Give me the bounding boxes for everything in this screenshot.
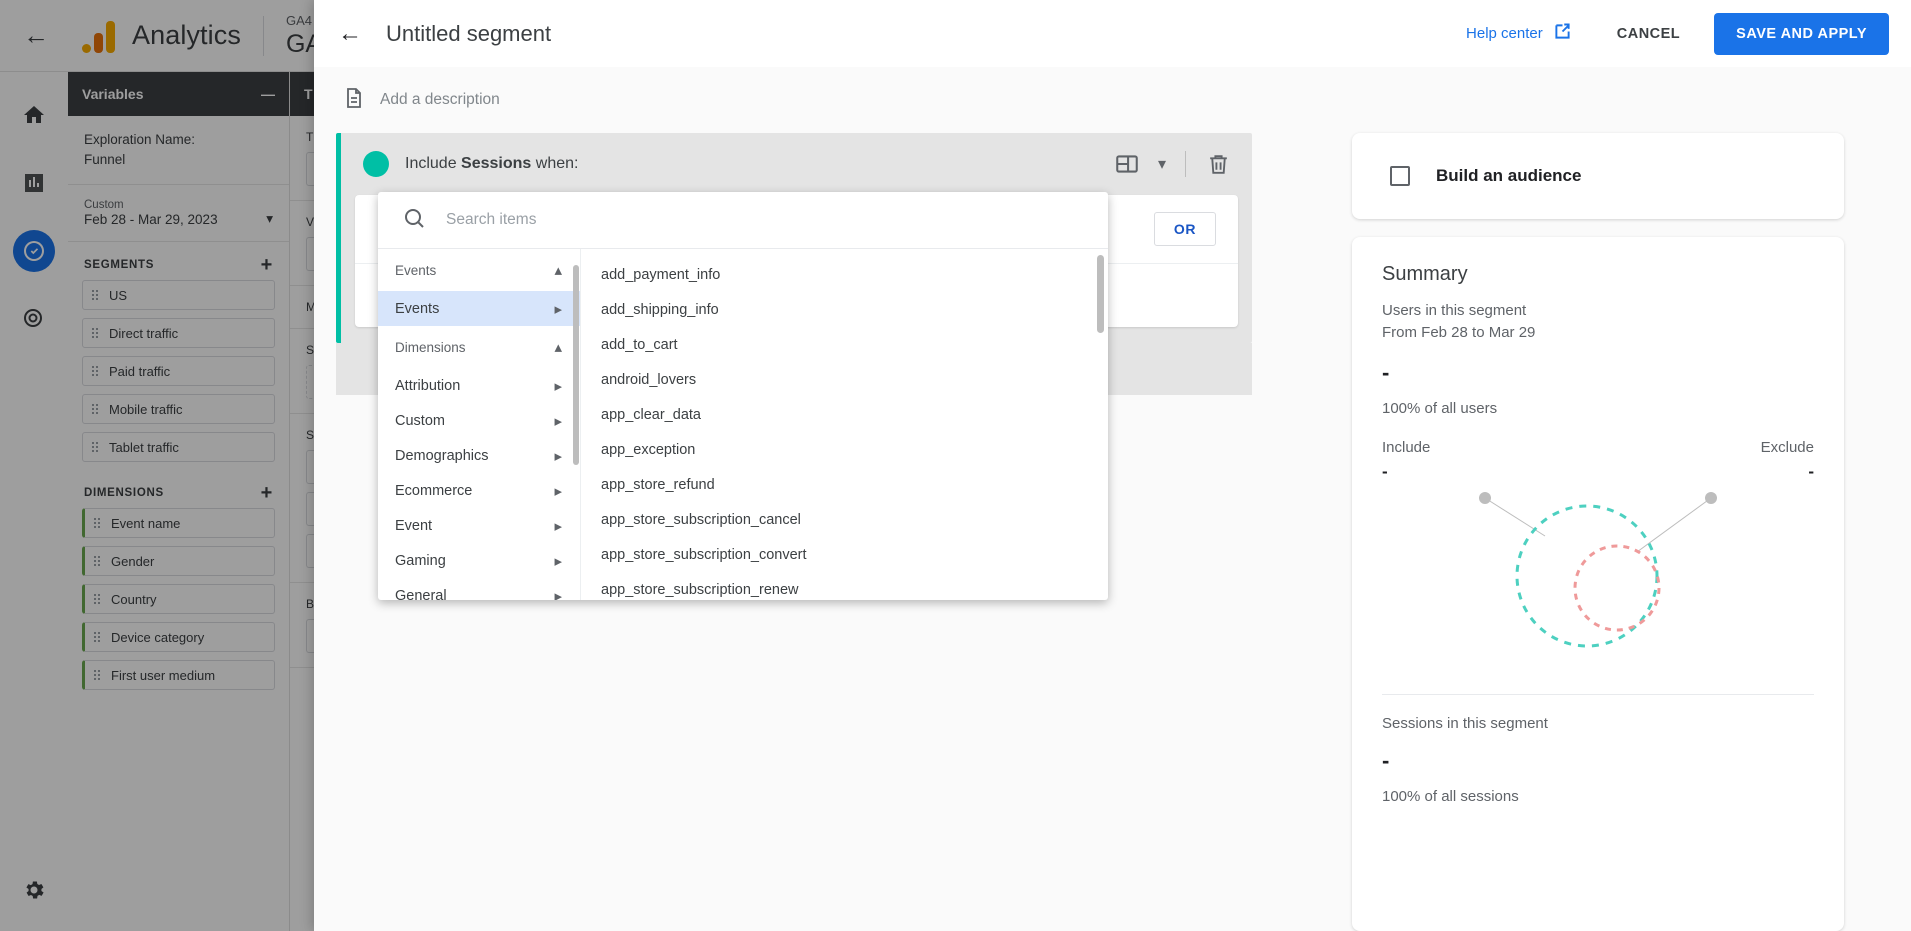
picker-category-demographics[interactable]: Demographics [378, 438, 580, 473]
venn-diagram [1382, 484, 1814, 680]
scope-dot-icon [363, 151, 389, 177]
picker-group-label: Dimensions [395, 339, 466, 355]
picker-item[interactable]: app_exception [581, 432, 1108, 467]
category-scrollbar[interactable] [573, 265, 579, 465]
chevron-right-icon [554, 482, 562, 500]
picker-search-row [378, 192, 1108, 249]
description-icon [342, 86, 366, 115]
chevron-right-icon [554, 300, 562, 318]
include-label: Include [1382, 439, 1431, 456]
build-audience-card[interactable]: Build an audience [1352, 133, 1844, 219]
chevron-right-icon [554, 552, 562, 570]
open-in-new-icon [1552, 21, 1573, 46]
checkbox-unchecked-icon[interactable] [1390, 166, 1410, 186]
search-input[interactable] [446, 211, 1084, 229]
condition-header: Include Sessions when: ▾ [341, 133, 1252, 195]
dialog-back-icon[interactable]: ← [328, 12, 372, 56]
description-row[interactable]: Add a description [314, 67, 1911, 133]
build-audience-label: Build an audience [1436, 166, 1582, 185]
category-label: Events [395, 300, 440, 317]
card-layout-icon[interactable] [1107, 144, 1147, 184]
summary-title: Summary [1382, 263, 1468, 285]
segment-builder-dialog: ← Untitled segment Help center CANCEL SA… [314, 0, 1911, 931]
category-label: Ecommerce [395, 482, 473, 499]
segment-dialog-body: Include Sessions when: ▾ OR Search items… [314, 133, 1911, 931]
exclude-value: - [1808, 462, 1814, 481]
picker-category-ecommerce[interactable]: Ecommerce [378, 473, 580, 508]
summary-sessions-percent: 100% of all sessions [1382, 788, 1519, 805]
save-and-apply-button[interactable]: SAVE AND APPLY [1714, 12, 1889, 55]
chevron-right-icon [554, 517, 562, 535]
or-button[interactable]: OR [1154, 212, 1216, 246]
picker-columns: Events Events Dimensions Attribution Custom D… [378, 249, 1108, 600]
picker-item[interactable]: android_lovers [581, 362, 1108, 397]
chevron-right-icon [554, 377, 562, 395]
picker-category-attribution[interactable]: Attribution [378, 368, 580, 403]
category-label: Gaming [395, 552, 446, 569]
picker-item[interactable]: add_shipping_info [581, 292, 1108, 327]
category-label: Attribution [395, 377, 461, 394]
summary-column: Build an audience Summary Users in this … [1252, 133, 1872, 931]
summary-card: Summary Users in this segment From Feb 2… [1352, 237, 1844, 931]
picker-item[interactable]: app_clear_data [581, 397, 1108, 432]
picker-category-custom[interactable]: Custom [378, 403, 580, 438]
picker-item[interactable]: app_store_subscription_cancel [581, 502, 1108, 537]
chevron-down-icon[interactable]: ▾ [1151, 144, 1173, 184]
picker-category-general[interactable]: General [378, 578, 580, 601]
picker-group-label: Events [395, 262, 437, 278]
picker-item[interactable]: app_store_subscription_renew [581, 572, 1108, 600]
summary-line-1: Users in this segment [1382, 302, 1527, 319]
picker-group-header[interactable]: Dimensions [378, 326, 580, 368]
picker-item[interactable]: add_payment_info [581, 257, 1108, 292]
condition-suffix: when: [535, 155, 579, 172]
segment-dialog-header: ← Untitled segment Help center CANCEL SA… [314, 0, 1911, 67]
summary-sessions-line: Sessions in this segment [1382, 715, 1548, 732]
picker-category-gaming[interactable]: Gaming [378, 543, 580, 578]
chevron-right-icon [554, 447, 562, 465]
summary-users-percent: 100% of all users [1382, 400, 1498, 417]
divider [1382, 694, 1814, 695]
picker-category-list[interactable]: Events Events Dimensions Attribution Custom D… [378, 249, 581, 600]
search-icon [402, 206, 426, 235]
include-value: - [1382, 462, 1388, 481]
item-scrollbar[interactable] [1097, 255, 1104, 333]
condition-prefix: Include [405, 155, 457, 172]
conditions-column: Include Sessions when: ▾ OR Search items… [336, 133, 1252, 931]
description-placeholder: Add a description [380, 91, 500, 108]
picker-item[interactable]: app_store_subscription_convert [581, 537, 1108, 572]
summary-sessions-value: - [1382, 748, 1390, 773]
picker-item[interactable]: app_store_refund [581, 467, 1108, 502]
picker-category-events[interactable]: Events [378, 291, 580, 326]
picker-item-list[interactable]: add_payment_info add_shipping_info add_to_… [581, 249, 1108, 600]
chevron-right-icon [554, 412, 562, 430]
picker-category-event[interactable]: Event [378, 508, 580, 543]
category-label: Event [395, 517, 433, 534]
help-center-link[interactable]: Help center [1466, 21, 1573, 46]
condition-label: Include Sessions when: [405, 155, 578, 173]
picker-item[interactable]: add_to_cart [581, 327, 1108, 362]
picker-group-header[interactable]: Events [378, 249, 580, 291]
divider [1185, 151, 1186, 177]
condition-actions: ▾ [1107, 144, 1238, 184]
category-label: Custom [395, 412, 445, 429]
exclude-label: Exclude [1760, 439, 1814, 456]
condition-scope: Sessions [461, 155, 532, 172]
segment-name-input[interactable]: Untitled segment [386, 21, 551, 47]
item-picker-dropdown: Events Events Dimensions Attribution Custom D… [378, 192, 1108, 600]
trash-icon[interactable] [1198, 144, 1238, 184]
chevron-right-icon [554, 587, 562, 601]
cancel-button[interactable]: CANCEL [1599, 14, 1698, 54]
category-label: Demographics [395, 447, 489, 464]
summary-users-value: - [1382, 360, 1390, 385]
chevron-up-icon[interactable] [554, 338, 562, 356]
chevron-up-icon[interactable] [554, 261, 562, 279]
category-label: General [395, 587, 447, 601]
help-center-label: Help center [1466, 25, 1543, 42]
summary-line-2: From Feb 28 to Mar 29 [1382, 324, 1536, 341]
